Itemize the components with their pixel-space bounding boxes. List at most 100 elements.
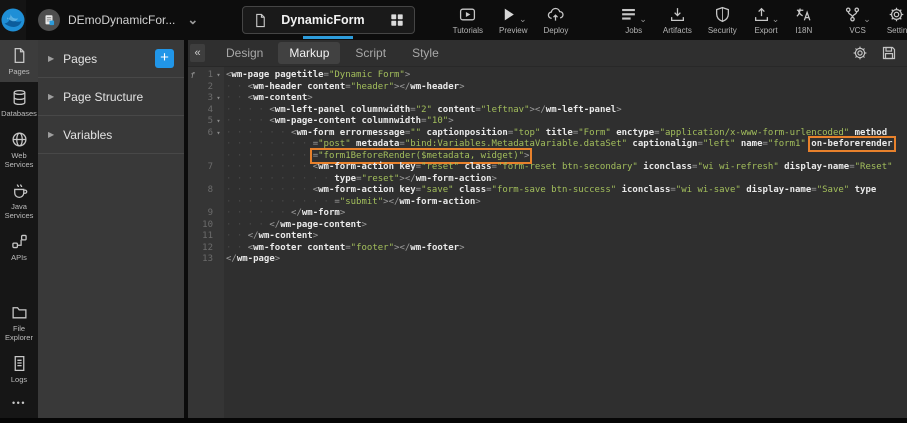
tab-markup[interactable]: Markup [278,42,340,64]
code-line-6: 6▾· · · · · · <wm-form errormessage="" c… [188,128,907,140]
code-line-12: 12· · <wm-footer content="footer"></wm-f… [188,243,907,255]
code-line-11: 11· · </wm-content> [188,231,907,243]
gutter-marker: f [188,70,197,82]
fold-toggle-icon[interactable]: ▾ [213,70,224,82]
sidebar-item-databases[interactable]: Databases [0,82,38,124]
sidebar-item-label: APIs [11,253,27,262]
toolbar-label: Settings [887,26,907,35]
code-text: · · · · · · </wm-form> [224,208,345,220]
vcs-branch-icon [844,6,861,23]
line-number: 13 [197,254,213,266]
chevron-down-icon: ⌄ [863,15,871,24]
panel-section-pages[interactable]: ▶Pages+ [38,40,184,78]
fold-toggle-icon[interactable]: ▾ [213,128,224,140]
caret-right-icon: ▶ [48,54,54,63]
toolbar-vcs-button[interactable]: ⌄VCS [836,6,879,35]
chevron-down-icon: ⌄ [639,15,647,24]
code-line-9: 9 · · · · · · </wm-form> [188,208,907,220]
top-toolbar: DEmoDynamicFor... ⌄ DynamicForm Tutorial… [0,0,907,40]
toolbar-label: Jobs [625,26,642,35]
toolbar-artifacts-button[interactable]: Artifacts [655,6,700,35]
add-page-button[interactable]: + [155,49,174,68]
editor-actions [852,45,897,61]
panel-section-label: Page Structure [63,90,143,104]
sidebar-item-pages[interactable]: Pages [0,40,38,82]
globe-icon [11,131,28,148]
window-bottom-edge [0,418,907,423]
chevron-down-icon: ⌄ [772,15,780,24]
toolbar-export-button[interactable]: ⌄Export [745,6,788,35]
database-icon [11,89,28,106]
line-number: 9 [197,208,213,220]
sidebar-item-apis[interactable]: APIs [0,226,38,268]
code-text: · · <wm-header content="header"></wm-hea… [224,82,465,94]
line-number: 11 [197,231,213,243]
code-text: · · · · · · · · ="form1BeforeRender($met… [224,151,529,163]
left-navigation-rail: PagesDatabasesWeb ServicesJava Services A… [0,40,38,418]
code-text: · · <wm-content> [224,93,313,105]
code-text: · · · · <wm-page-content columnwidth="10… [224,116,454,128]
code-text: · · · · · · · · <wm-form-action key="res… [224,162,893,174]
line-number: 12 [197,243,213,255]
code-text: · · · · · · · · <wm-form-action key="sav… [224,185,876,197]
editor-tabbar: « DesignMarkupScriptStyle [188,40,907,67]
code-line-7: 7 · · · · · · · · <wm-form-action key="re… [188,162,907,174]
toolbar-deploy-button[interactable]: Deploy [535,6,576,35]
pages-doc-icon [11,47,28,64]
logs-doc-icon [11,355,28,372]
code-text: · · · · · · <wm-form errormessage="" cap… [224,128,887,140]
toolbar-settings-button[interactable]: ⌄Settings [879,6,907,35]
markup-code-editor[interactable]: f1▾<wm-page pagetitle="Dynamic Form">2· … [188,67,907,418]
tab-script[interactable]: Script [344,42,397,64]
toolbar-label: I18N [795,26,812,35]
toolbar-i18n-button[interactable]: I18N [787,6,820,35]
sidebar-item-logs[interactable]: Logs [0,348,38,390]
deploy-cloud-icon [547,6,564,23]
toolbar-jobs-button[interactable]: ⌄ Jobs [612,6,655,35]
panel-section-label: Variables [63,128,112,142]
save-file-icon[interactable] [881,45,897,61]
fold-toggle-icon[interactable]: ▾ [213,116,224,128]
editor-tabs: DesignMarkupScriptStyle [215,42,450,64]
page-tab-dynamicform[interactable]: DynamicForm [242,6,414,34]
line-number: 1 [197,70,213,82]
java-cup-icon [11,182,28,199]
code-line-10: 10· · · · </wm-page-content> [188,220,907,232]
toolbar-label: Tutorials [453,26,483,35]
more-options-button[interactable]: ••• [12,390,26,418]
caret-right-icon: ▶ [48,92,54,101]
toolbar-label: Artifacts [663,26,692,35]
code-text: · · · · · · · · · · ="submit"></wm-form-… [224,197,481,209]
code-text: <wm-page pagetitle="Dynamic Form"> [224,70,410,82]
wavemaker-logo[interactable] [0,0,26,40]
collapse-panel-button[interactable]: « [190,44,205,62]
code-text: · · · · · · · · · · type="reset"></wm-fo… [224,174,497,186]
toolbar-preview-button[interactable]: ⌄Preview [491,6,535,35]
editor-settings-gear-icon[interactable] [852,45,868,61]
tab-style[interactable]: Style [401,42,450,64]
wave-logo-icon [0,7,26,33]
code-line-8-wrap1: · · · · · · · · · · ="submit"></wm-form-… [188,197,907,209]
panel-section-variables[interactable]: ▶Variables [38,116,184,154]
toolbar-label: Security [708,26,737,35]
project-name: DEmoDynamicFor... [68,13,175,27]
wavemaker-ide: DEmoDynamicFor... ⌄ DynamicForm Tutorial… [0,0,907,423]
sidebar-item-java-services[interactable]: Java Services [0,175,38,226]
sidebar-item-file-explorer[interactable]: File Explorer [0,297,38,348]
toolbar-tutorials-button[interactable]: Tutorials [445,6,491,35]
panel-section-page-structure[interactable]: ▶ Page Structure [38,78,184,116]
chevron-down-icon: ⌄ [187,12,198,28]
project-selector[interactable]: DEmoDynamicFor... ⌄ [38,9,198,31]
jobs-list-icon [620,6,637,23]
line-number: 8 [197,185,213,197]
export-up-icon [753,6,770,23]
fold-toggle-icon[interactable]: ▾ [213,93,224,105]
markup-editor-area: « DesignMarkupScriptStyle [188,40,907,418]
pages-side-panel: ▶Pages+▶Page Structure▶Variables [38,40,184,418]
tab-design[interactable]: Design [215,42,274,64]
line-number: 7 [197,162,213,174]
toolbar-security-button[interactable]: Security [700,6,745,35]
toolbar-label: Deploy [543,26,568,35]
grid-icon[interactable] [390,13,404,27]
sidebar-item-web-services[interactable]: Web Services [0,124,38,175]
